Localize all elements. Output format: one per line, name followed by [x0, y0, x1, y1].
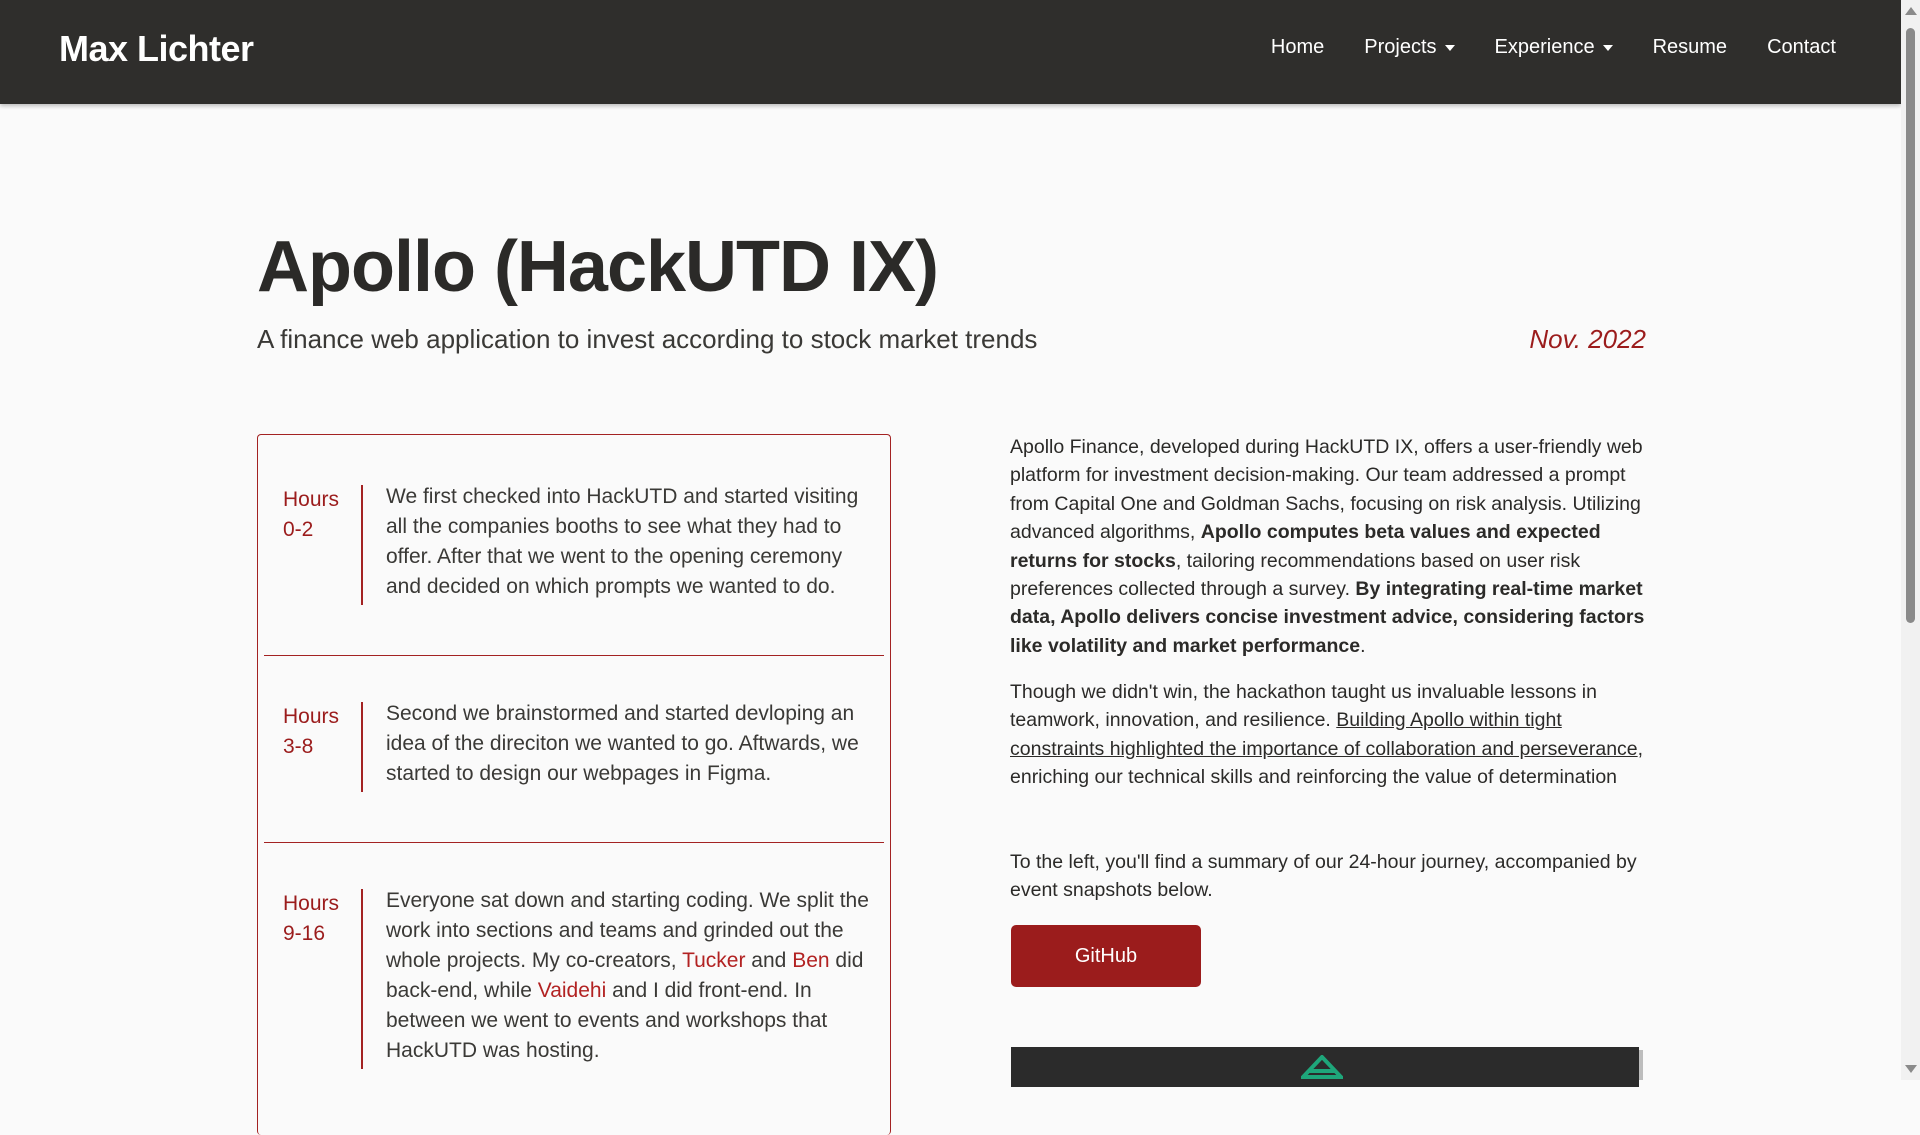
description-paragraph-1: Apollo Finance, developed during HackUTD…: [1010, 433, 1650, 660]
nav-home-label: Home: [1270, 36, 1325, 58]
cocreator-link-ben[interactable]: Ben: [792, 949, 829, 972]
cocreator-link-tucker[interactable]: Tucker: [682, 949, 745, 972]
brand-logo-link[interactable]: Max Lichter: [59, 28, 254, 70]
nav-experience-dropdown[interactable]: Experience: [1475, 36, 1633, 59]
timeline-entry: Hours 0-2 We first checked into HackUTD …: [264, 435, 884, 656]
timeline-hours-range: 3-8: [283, 735, 314, 758]
github-button[interactable]: GitHub: [1011, 925, 1201, 987]
caret-down-icon: [1444, 44, 1455, 51]
timeline-divider: [361, 889, 363, 1069]
snapshot-scroll-edge: [1639, 1050, 1643, 1080]
scroll-down-arrow-icon[interactable]: [1905, 1065, 1917, 1073]
timeline-hours: Hours 0-2: [283, 485, 343, 545]
timeline-hours: Hours 9-16: [283, 889, 343, 949]
timeline-hours-range: 9-16: [283, 922, 326, 945]
timeline-text: We first checked into HackUTD and starte…: [386, 485, 859, 598]
scrollbar-thumb[interactable]: [1906, 28, 1915, 623]
timeline-card: Hours 0-2 We first checked into HackUTD …: [257, 434, 891, 1135]
timeline-text: Second we brainstormed and started devlo…: [386, 702, 859, 785]
navbar: Max Lichter Home Projects Experience Res…: [0, 0, 1901, 104]
description-paragraph-3: To the left, you'll find a summary of ou…: [1010, 851, 1637, 902]
nav-links: Home Projects Experience Resume Contact: [1251, 36, 1856, 59]
scroll-up-arrow-icon[interactable]: [1905, 7, 1917, 15]
cocreator-link-vaidehi[interactable]: Vaidehi: [538, 979, 607, 1002]
timeline-hours-range: 0-2: [283, 518, 314, 541]
project-date: Nov. 2022: [1529, 324, 1646, 354]
nav-home-link[interactable]: Home: [1251, 36, 1344, 59]
timeline-entry: Hours 3-8 Second we brainstormed and sta…: [264, 656, 884, 843]
timeline-divider: [361, 702, 363, 792]
caret-down-icon: [1602, 44, 1613, 51]
timeline-divider: [361, 485, 363, 605]
nav-contact-label: Contact: [1767, 36, 1836, 58]
nav-contact-link[interactable]: Contact: [1747, 36, 1856, 59]
page-subtitle: A finance web application to invest acco…: [257, 324, 1038, 354]
nav-resume-label: Resume: [1652, 36, 1728, 58]
timeline-text: Everyone sat down and starting coding. W…: [386, 886, 876, 1066]
timeline-hours-label: Hours: [283, 705, 340, 728]
nav-projects-label: Projects: [1364, 36, 1437, 58]
timeline-hours-label: Hours: [283, 488, 340, 511]
page-scrollbar[interactable]: [1901, 0, 1920, 1080]
timeline-entry: Hours 9-16 Everyone sat down and startin…: [264, 843, 884, 1133]
timeline-hours-label: Hours: [283, 892, 340, 915]
timeline-text-part: and: [745, 949, 793, 972]
nav-projects-dropdown[interactable]: Projects: [1344, 36, 1474, 59]
description-paragraph-2: Though we didn't win, the hackathon taug…: [1010, 678, 1650, 792]
event-snapshot-image: [1011, 1047, 1639, 1087]
apollo-logo-icon: [1301, 1055, 1343, 1079]
nav-resume-link[interactable]: Resume: [1633, 36, 1747, 59]
timeline-hours: Hours 3-8: [283, 702, 343, 762]
nav-experience-label: Experience: [1494, 36, 1595, 58]
page-title: Apollo (HackUTD IX): [257, 227, 939, 307]
description-text: .: [1360, 634, 1366, 657]
